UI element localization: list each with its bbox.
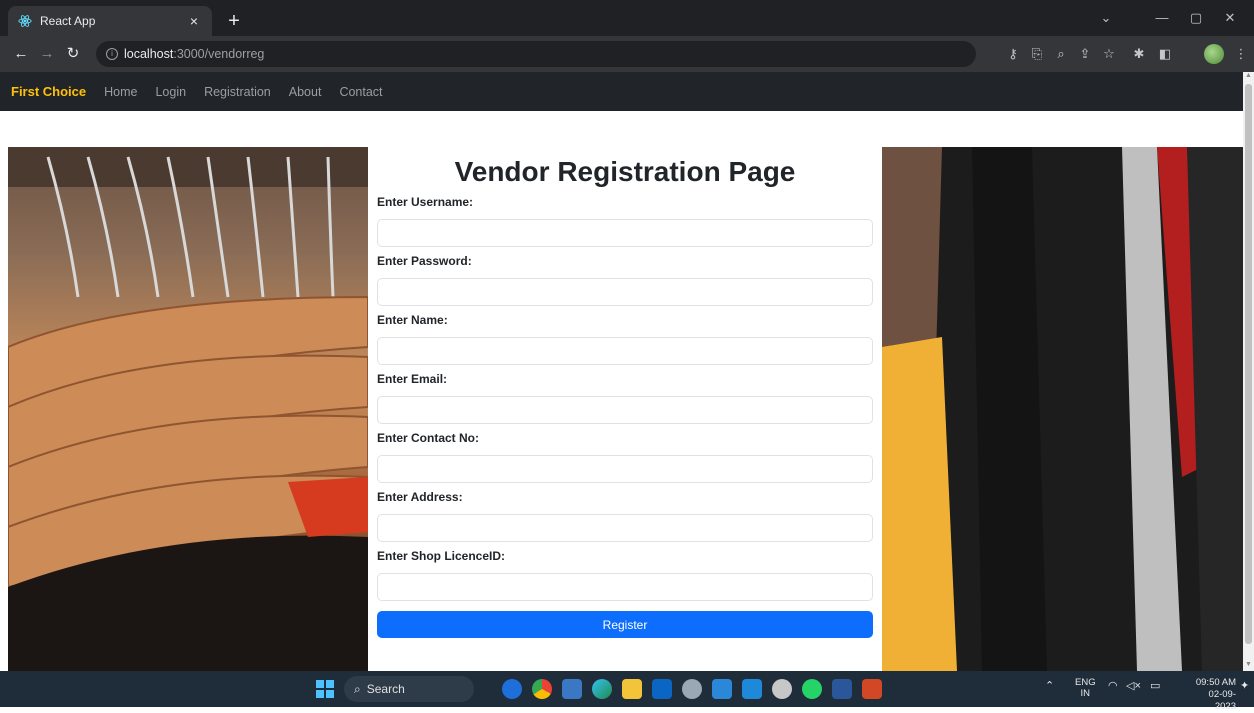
windows-start-icon[interactable] [316,680,334,698]
gear-icon[interactable] [772,679,792,699]
nav-link-about[interactable]: About [289,85,322,99]
search-icon: ⌕ [354,681,361,696]
browser-toolbar: ← → ↻ i localhost :3000/vendorreg ⚷ ⎘ ⌕ … [0,36,1254,72]
email-label: Enter Email: [377,372,448,386]
address-input[interactable] [377,514,873,542]
notification-icon[interactable]: ✦ [1240,679,1249,692]
copilot-icon[interactable] [502,679,522,699]
store-icon[interactable] [562,679,582,699]
password-input[interactable] [377,278,873,306]
side-panel-icon[interactable]: ◧ [1156,45,1174,63]
windows-taskbar: ⌕ Search ⌃ ENG IN ◠ ◁× ▭ 09:50 AM 02-09-… [0,671,1254,712]
password-label: Enter Password: [377,254,472,268]
search-label: Search [366,682,405,696]
minimize-button[interactable]: — [1150,6,1174,30]
page-scrollbar[interactable]: ▲ ▼ [1243,72,1254,671]
wifi-icon[interactable]: ◠ [1108,679,1118,692]
tab-search-icon[interactable]: ⌄ [1094,6,1118,30]
chrome-icon[interactable] [532,679,552,699]
taskbar-search[interactable]: ⌕ Search [344,676,474,702]
tab-react-app[interactable]: React App × [8,6,212,36]
scroll-down-icon[interactable]: ▼ [1243,661,1254,671]
clock-date: 02-09-2023 [1208,689,1236,712]
brand-logo[interactable]: First Choice [11,84,86,99]
devices-icon[interactable] [712,679,732,699]
battery-icon[interactable]: ▭ [1150,679,1160,692]
whatsapp-icon[interactable] [802,679,822,699]
reload-icon[interactable]: ↻ [62,43,84,65]
taskbar-clock[interactable]: 09:50 AM 02-09-2023 [1188,677,1236,713]
name-input[interactable] [377,337,873,365]
region-code: IN [1080,688,1091,699]
nav-link-contact[interactable]: Contact [339,85,382,99]
tab-title: React App [40,14,96,28]
contact-input[interactable] [377,455,873,483]
password-key-icon[interactable]: ⚷ [1004,45,1022,63]
back-icon[interactable]: ← [10,43,32,65]
registration-card: Vendor Registration Page Enter Username:… [368,147,882,671]
react-icon [18,15,32,27]
new-tab-button[interactable]: + [222,10,246,34]
name-label: Enter Name: [377,313,448,327]
site-info-icon[interactable]: i [106,48,118,60]
explorer-icon[interactable] [622,679,642,699]
clock-time: 09:50 AM [1195,677,1236,688]
scroll-up-icon[interactable]: ▲ [1243,72,1254,82]
licence-label: Enter Shop LicenceID: [377,549,506,563]
vscode-icon[interactable] [742,679,762,699]
email-input[interactable] [377,396,873,424]
username-input[interactable] [377,219,873,247]
linkedin-icon[interactable] [652,679,672,699]
share-icon[interactable]: ⇪ [1076,45,1094,63]
register-button[interactable]: Register [377,611,873,638]
page-title: Vendor Registration Page [454,156,796,187]
profile-avatar[interactable] [1204,44,1224,64]
site-navbar: First Choice Home Login Registration Abo… [0,72,1243,111]
restore-button[interactable]: ▢ [1184,6,1208,30]
settings-icon[interactable] [682,679,702,699]
url-host: localhost [124,47,174,61]
username-label: Enter Username: [377,195,474,209]
menu-dots-icon[interactable]: ⋮ [1232,45,1250,63]
browser-tab-strip: React App × + ⌄ — ▢ ✕ [0,0,1254,36]
volume-icon[interactable]: ◁× [1126,679,1141,692]
nav-link-home[interactable]: Home [104,85,137,99]
close-window-button[interactable]: ✕ [1218,6,1242,30]
tray-chevron-icon[interactable]: ⌃ [1045,679,1054,692]
forward-icon[interactable]: → [36,43,58,65]
install-app-icon[interactable]: ⎘ [1028,45,1046,63]
tab-close-icon[interactable]: × [186,13,202,29]
url-path: :3000/vendorreg [173,47,265,61]
nav-link-login[interactable]: Login [155,85,186,99]
address-bar[interactable]: i localhost :3000/vendorreg [96,41,976,67]
contact-label: Enter Contact No: [377,431,479,445]
bookmark-star-icon[interactable]: ☆ [1100,45,1118,63]
word-icon[interactable] [832,679,852,699]
clothes-background-image [882,147,1243,671]
hangers-background-image [8,147,368,671]
extensions-icon[interactable]: ✱ [1130,45,1148,63]
language-code: ENG [1075,677,1096,688]
address-label: Enter Address: [377,490,463,504]
page-viewport: First Choice Home Login Registration Abo… [0,72,1254,671]
zoom-icon[interactable]: ⌕ [1052,45,1070,63]
nav-link-registration[interactable]: Registration [204,85,271,99]
language-indicator[interactable]: ENG IN [1075,677,1096,699]
edge-icon[interactable] [592,679,612,699]
scrollbar-thumb[interactable] [1245,84,1252,644]
powerpoint-icon[interactable] [862,679,882,699]
licence-input[interactable] [377,573,873,601]
